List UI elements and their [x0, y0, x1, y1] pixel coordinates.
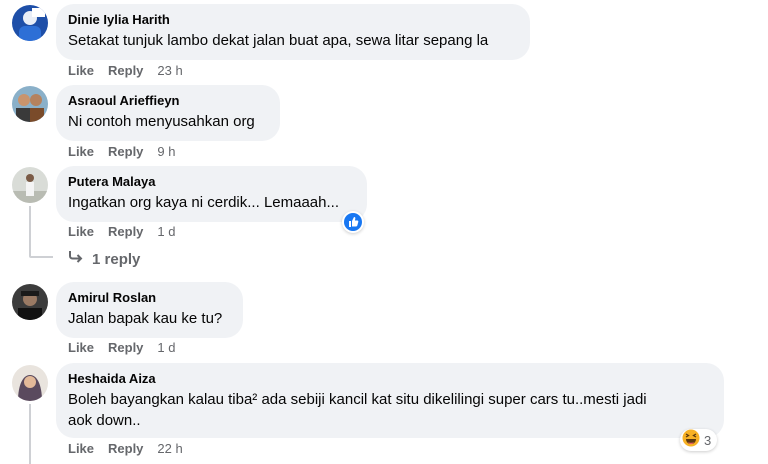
- comment-text-line: Boleh bayangkan kalau tiba² ada sebiji k…: [68, 391, 647, 408]
- comment-text: Ni contoh menyusahkan org: [68, 113, 255, 130]
- comment-bubble: Dinie Iylia Harith Setakat tunjuk lambo …: [56, 4, 530, 60]
- comment-actions: Like Reply 23 h: [68, 63, 197, 79]
- comment-bubble: Heshaida Aiza Boleh bayangkan kalau tiba…: [56, 363, 724, 438]
- reply-button[interactable]: Reply: [108, 441, 143, 457]
- avatar[interactable]: [12, 5, 48, 41]
- avatar[interactable]: [12, 284, 48, 320]
- comment-text: Boleh bayangkan kalau tiba² ada sebiji k…: [68, 389, 712, 431]
- timestamp[interactable]: 1 d: [157, 340, 175, 356]
- comment-actions: Like Reply 9 h: [68, 144, 190, 160]
- reaction-count: 3: [704, 432, 712, 448]
- comment-bubble: Asraoul Arieffieyn Ni contoh menyusahkan…: [56, 85, 280, 141]
- comment-text: Jalan bapak kau ke tu?: [68, 310, 223, 327]
- comment-text: Setakat tunjuk lambo dekat jalan buat ap…: [68, 32, 489, 49]
- reply-button[interactable]: Reply: [108, 224, 143, 240]
- avatar[interactable]: [12, 86, 48, 122]
- avatar[interactable]: [12, 365, 48, 401]
- commenter-name[interactable]: Asraoul Arieffieyn: [68, 93, 268, 109]
- commenter-name[interactable]: Dinie Iylia Harith: [68, 12, 518, 28]
- thread-line: [29, 404, 31, 464]
- like-button[interactable]: Like: [68, 340, 94, 356]
- reply-button[interactable]: Reply: [108, 144, 143, 160]
- comment-bubble: Amirul Roslan Jalan bapak kau ke tu?: [56, 282, 243, 338]
- timestamp[interactable]: 22 h: [157, 441, 182, 457]
- timestamp[interactable]: 9 h: [157, 144, 175, 160]
- like-button[interactable]: Like: [68, 441, 94, 457]
- commenter-name[interactable]: Putera Malaya: [68, 174, 355, 190]
- view-replies-link[interactable]: 1 reply: [68, 250, 140, 270]
- like-button[interactable]: Like: [68, 224, 94, 240]
- avatar[interactable]: [12, 167, 48, 203]
- timestamp[interactable]: 23 h: [157, 63, 182, 79]
- haha-reaction-icon: [682, 429, 700, 454]
- comment-bubble: Putera Malaya Ingatkan org kaya ni cerdi…: [56, 166, 367, 222]
- thread-line: [29, 206, 31, 256]
- reaction-summary[interactable]: 3: [680, 429, 718, 454]
- comment-actions: Like Reply 1 d: [68, 224, 190, 240]
- comment-actions: Like Reply 22 h: [68, 441, 197, 457]
- thread-line-elbow: [29, 256, 53, 258]
- reply-count[interactable]: 1 reply: [92, 251, 140, 268]
- like-button[interactable]: Like: [68, 144, 94, 160]
- reply-arrow-icon: [68, 250, 84, 270]
- comment-text-line: aok down..: [68, 412, 141, 429]
- comment-text: Ingatkan org kaya ni cerdik... Lemaaah..…: [68, 194, 339, 211]
- reply-button[interactable]: Reply: [108, 63, 143, 79]
- reply-button[interactable]: Reply: [108, 340, 143, 356]
- comment-actions: Like Reply 1 d: [68, 340, 190, 356]
- commenter-name[interactable]: Heshaida Aiza: [68, 371, 712, 387]
- like-reaction-icon[interactable]: [342, 211, 364, 233]
- like-button[interactable]: Like: [68, 63, 94, 79]
- timestamp[interactable]: 1 d: [157, 224, 175, 240]
- commenter-name[interactable]: Amirul Roslan: [68, 290, 231, 306]
